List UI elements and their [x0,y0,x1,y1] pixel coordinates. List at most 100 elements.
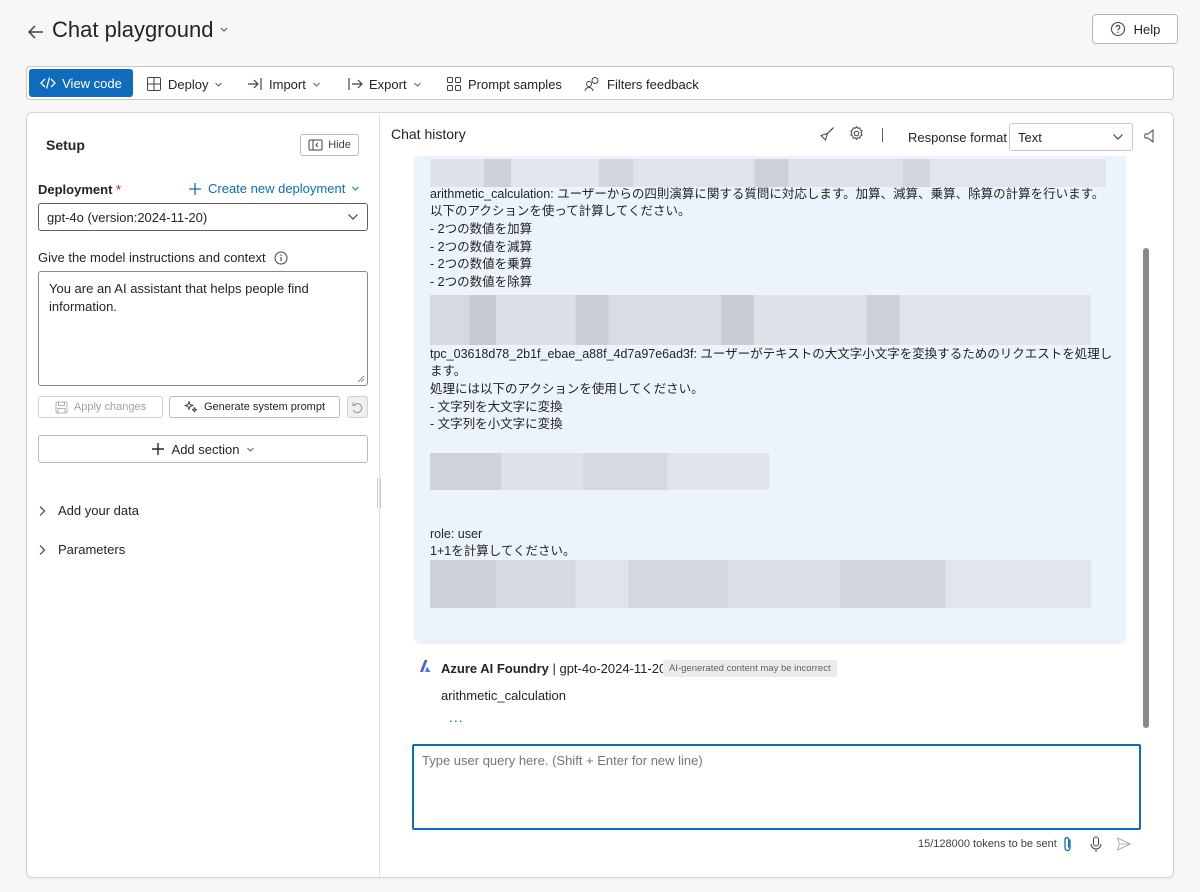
help-icon [1110,21,1126,37]
page-title: Chat playground [52,17,214,42]
create-new-deployment-label: Create new deployment [208,181,346,196]
message-line: 1+1を計算してください。 [430,544,576,558]
deploy-icon [146,76,162,92]
message-line: - 2つの数値を減算 [430,240,533,254]
attach-paperclip-icon[interactable] [1062,836,1074,853]
generate-system-prompt-button[interactable]: Generate system prompt [169,396,340,418]
chevron-down-icon [413,81,422,88]
response-format-select[interactable]: Text [1009,123,1133,151]
view-code-button[interactable]: View code [29,69,133,97]
grid-icon [446,76,462,92]
deployment-select[interactable]: gpt-4o (version:2024-11-20) [38,203,368,231]
filters-feedback-label: Filters feedback [607,76,699,92]
ai-disclaimer-badge: AI-generated content may be incorrect [663,660,837,677]
message-line: - 文字列を小文字に変換 [430,417,563,431]
add-your-data-label: Add your data [58,503,139,518]
instructions-label: Give the model instructions and context [38,250,288,265]
deploy-label: Deploy [168,76,209,92]
deploy-button[interactable]: Deploy [146,73,223,95]
system-instructions-text: You are an AI assistant that helps peopl… [49,281,309,314]
bot-sender: Azure AI Foundry | gpt-4o-2024-11-20 [441,661,666,676]
chevron-down-icon [347,213,359,221]
prompt-samples-button[interactable]: Prompt samples [446,73,562,95]
message-line: - 2つの数値を乗算 [430,257,533,271]
chat-history-title: Chat history [391,126,466,142]
save-icon [55,401,68,414]
message-line: role: user [430,527,483,541]
add-section-label: Add section [171,441,240,457]
undo-button[interactable] [347,396,368,418]
deployment-label: Deployment * [38,182,121,197]
chevron-down-icon [351,185,360,192]
bot-message-text: arithmetic_calculation [441,688,567,703]
plus-icon [151,442,165,456]
clear-chat-broom-icon[interactable] [819,126,835,142]
undo-icon [351,401,364,414]
azure-ai-foundry-logo-icon [418,659,432,673]
code-icon [40,76,57,90]
title-chevron-down-icon[interactable] [219,26,229,34]
plus-icon [188,182,202,196]
chevron-down-icon [1112,133,1124,141]
back-arrow-icon[interactable] [26,22,46,42]
message-line: 以下のアクションを使って計算してください。 [430,204,691,218]
message-line: - 文字列を大文字に変換 [430,400,563,414]
deployment-label-text: Deployment [38,182,113,197]
export-label: Export [369,76,407,92]
deployment-value: gpt-4o (version:2024-11-20) [47,209,208,225]
message-line: - 2つの数値を除算 [430,275,533,289]
more-options-dots[interactable]: ... [449,709,464,725]
filters-feedback-button[interactable]: Filters feedback [584,73,699,95]
chevron-down-icon [214,81,223,88]
hide-setup-button[interactable]: Hide [300,134,359,156]
user-query-input[interactable] [412,744,1141,830]
microphone-icon[interactable] [1089,836,1103,853]
message-line: tpc_03618d78_2b1f_ebae_a88f_4d7a97e6ad3f… [430,347,1113,361]
message-line: 処理には以下のアクションを使用してください。 [430,382,704,396]
send-icon[interactable] [1116,836,1132,852]
apply-changes-button[interactable]: Apply changes [38,396,163,418]
chat-scrollbar-thumb[interactable] [1143,248,1149,728]
chevron-down-icon [312,81,321,88]
chevron-right-icon [38,505,46,517]
info-icon[interactable] [274,251,288,265]
parameters-label: Parameters [58,542,126,557]
redacted-block [430,295,1091,345]
view-code-label: View code [62,75,122,91]
import-label: Import [269,76,306,92]
required-asterisk: * [116,182,122,197]
speaker-icon[interactable] [1143,128,1156,144]
export-icon [347,77,363,91]
help-button[interactable]: Help [1092,14,1178,44]
chat-history-area[interactable]: arithmetic_calculation: ユーザーからの四則演算に関する質… [380,156,1156,734]
create-new-deployment-link[interactable]: Create new deployment [188,181,360,196]
system-instructions-textarea[interactable]: You are an AI assistant that helps peopl… [38,271,368,386]
instructions-label-text: Give the model instructions and context [38,250,266,265]
response-format-label: Response format [908,130,1007,145]
add-section-button[interactable]: Add section [38,435,368,463]
help-label: Help [1133,21,1161,37]
settings-gear-icon[interactable] [848,125,865,142]
setup-title: Setup [46,137,85,153]
redacted-block [430,159,1106,187]
import-icon [247,77,263,91]
panel-collapse-icon [308,139,323,151]
redacted-block [430,560,1091,608]
message-line: ます。 [430,364,467,378]
hide-label: Hide [328,139,351,151]
export-button[interactable]: Export [347,73,422,95]
generate-system-prompt-label: Generate system prompt [203,401,326,413]
import-button[interactable]: Import [247,73,321,95]
chevron-right-icon [38,544,46,556]
toolbar: View code Deploy Import Export Prompt sa… [26,66,1174,100]
response-format-value: Text [1018,129,1042,145]
people-feedback-icon [584,76,601,92]
apply-changes-label: Apply changes [73,401,147,413]
parameters-expander[interactable]: Parameters [38,542,125,557]
add-your-data-expander[interactable]: Add your data [38,503,139,518]
resize-grip-icon[interactable] [356,374,365,383]
user-message-bubble: arithmetic_calculation: ユーザーからの四則演算に関する質… [415,156,1125,642]
token-count: 15/128000 tokens to be sent [918,838,1057,850]
toolbar-separator [882,128,883,142]
redacted-block [430,453,769,490]
